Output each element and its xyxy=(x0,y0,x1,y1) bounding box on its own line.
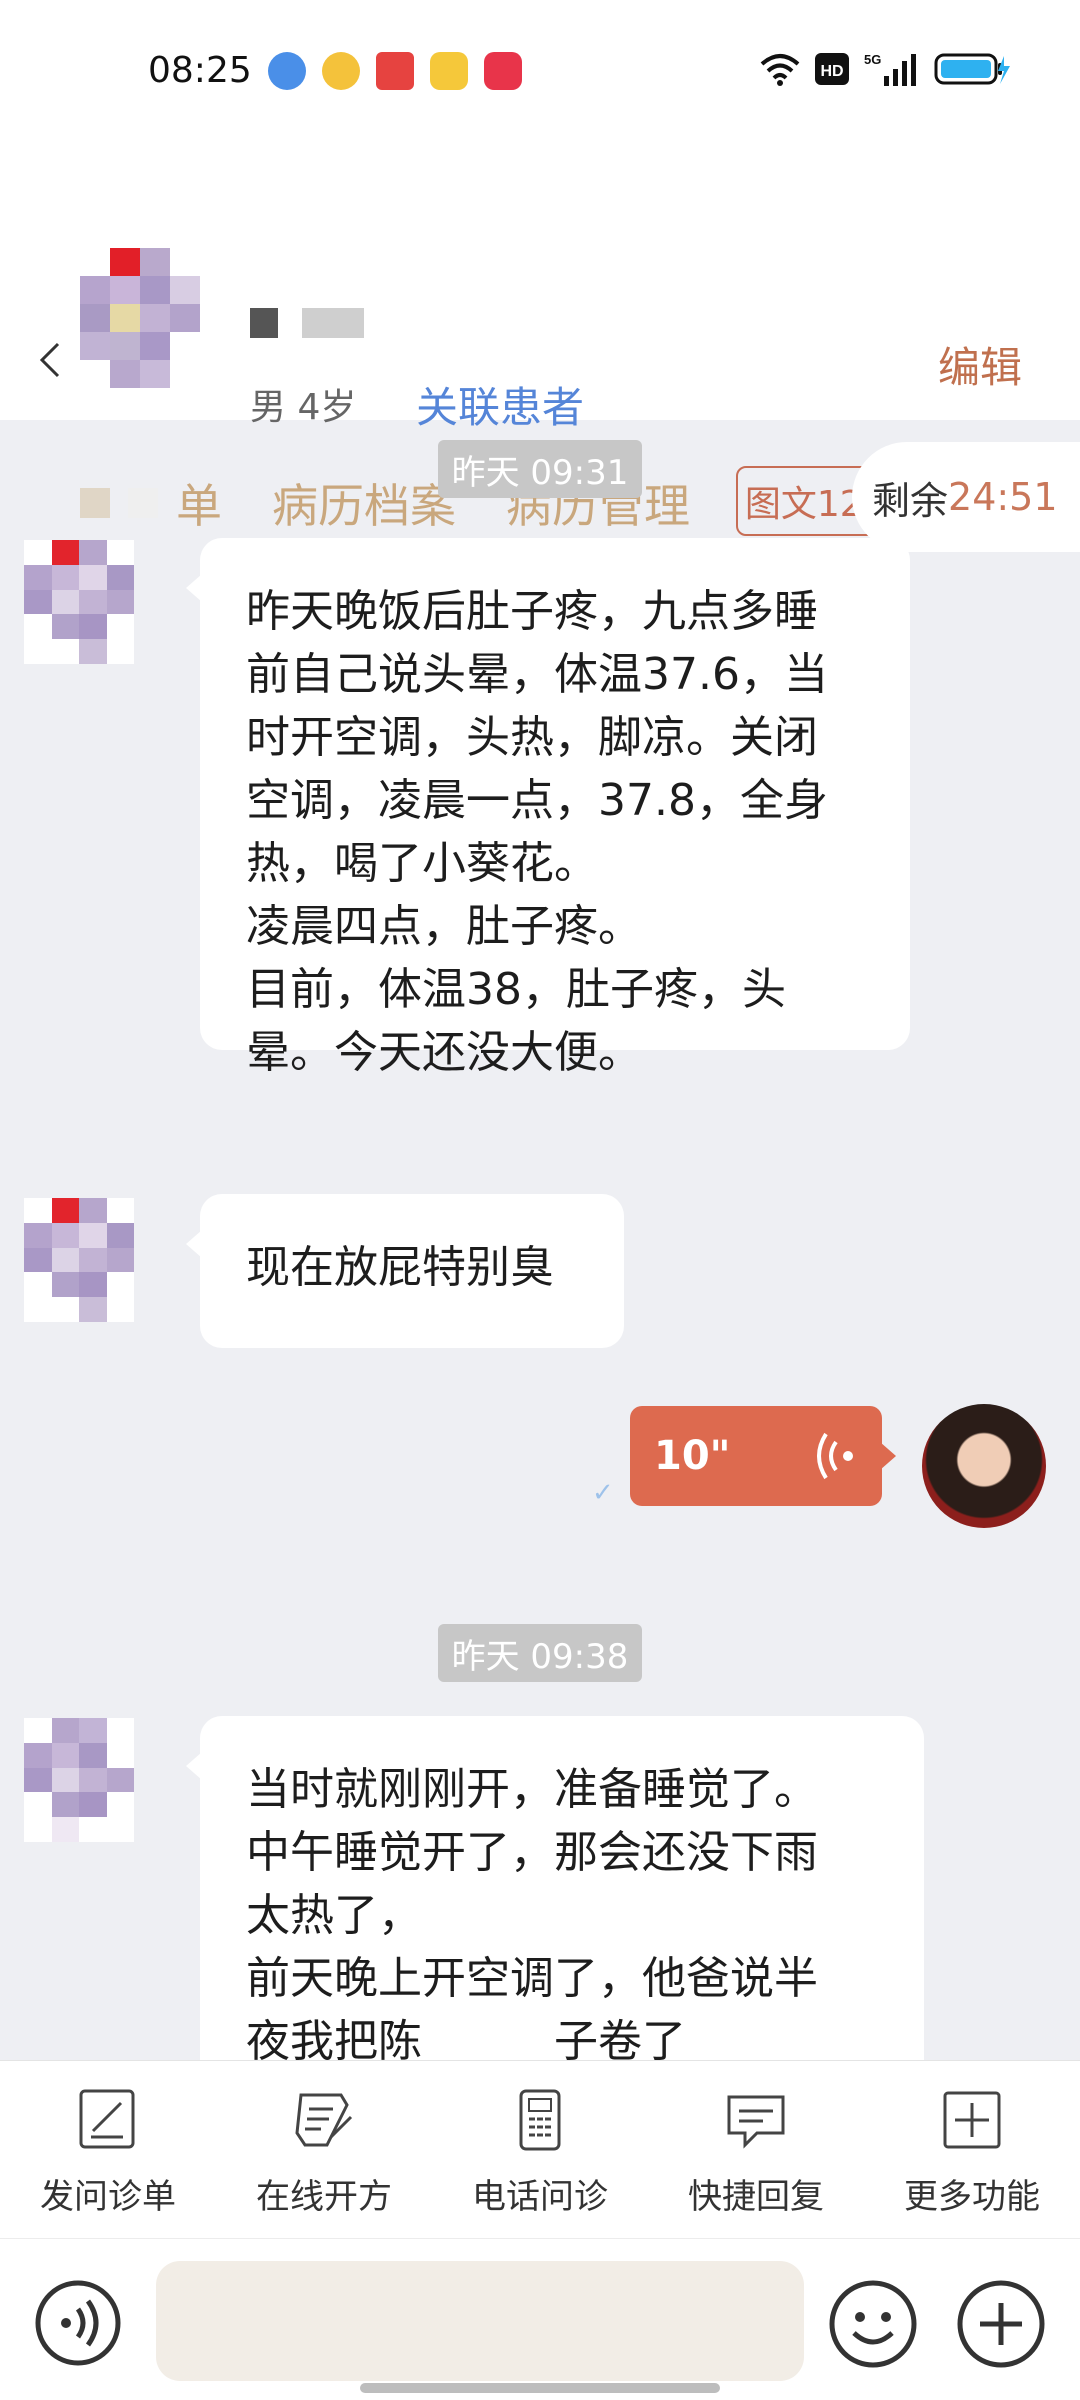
patient-avatar[interactable] xyxy=(80,248,200,388)
phone-consult-icon xyxy=(519,2089,561,2151)
svg-text:5G: 5G xyxy=(864,52,881,67)
read-receipt-icon: ✓ xyxy=(592,1478,614,1508)
remaining-time: 24:51 xyxy=(948,475,1058,519)
timestamp: 昨天 09:31 xyxy=(438,440,642,498)
more-functions-icon xyxy=(943,2091,1001,2149)
quick-reply-button[interactable]: 快捷回复 xyxy=(648,2061,864,2238)
phone-consult-button[interactable]: 电话问诊 xyxy=(432,2061,648,2238)
more-functions-button[interactable]: 更多功能 xyxy=(864,2061,1080,2238)
message-bubble[interactable]: 当时就刚刚开，准备睡觉了。 中午睡觉开了，那会还没下雨 太热了， 前天晚上开空调… xyxy=(186,1716,924,2060)
send-form-label: 发问诊单 xyxy=(40,2177,176,2217)
voice-input-icon[interactable] xyxy=(34,2279,122,2367)
toutiao-icon xyxy=(376,52,414,90)
send-form-button[interactable]: 发问诊单 xyxy=(0,2061,216,2238)
patient-message-avatar[interactable] xyxy=(24,1718,134,1842)
phone-consult-label: 电话问诊 xyxy=(472,2177,608,2217)
timestamp: 昨天 09:38 xyxy=(438,1624,642,1682)
svg-text:HD: HD xyxy=(820,63,843,80)
emoji-icon[interactable] xyxy=(828,2279,918,2369)
message-bubble[interactable]: 昨天晚饭后肚子疼，九点多睡 前自己说头晕，体温37.6，当 时开空调，头热，脚凉… xyxy=(186,538,910,1078)
prescription-icon xyxy=(295,2093,353,2147)
patient-message-avatar[interactable] xyxy=(24,540,134,664)
voice-message-bubble[interactable]: 10" xyxy=(630,1406,896,1506)
edit-button[interactable]: 编辑 xyxy=(938,334,1022,395)
battery-icon xyxy=(934,53,1010,85)
home-indicator[interactable] xyxy=(360,2383,720,2393)
baidu-netdisk-icon xyxy=(268,52,306,90)
voice-duration: 10" xyxy=(654,1433,731,1479)
action-toolbar: 发问诊单 在线开方 电话问诊 快捷回复 更多功能 xyxy=(0,2060,1080,2238)
status-time: 08:25 xyxy=(148,50,252,91)
more-functions-label: 更多功能 xyxy=(904,2177,1040,2217)
notification-icons xyxy=(268,52,522,90)
patient-message-avatar[interactable] xyxy=(24,1198,134,1322)
online-prescription-button[interactable]: 在线开方 xyxy=(216,2061,432,2238)
plus-icon[interactable] xyxy=(956,2279,1046,2369)
patient-name-redacted xyxy=(250,308,364,338)
patient-header: 男 4岁 关联患者 编辑 单 病历档案 病历管理 图文12次 购药5次 xyxy=(0,140,1080,536)
status-bar: 08:25 HD 5G xyxy=(0,0,1080,140)
notes-app-icon xyxy=(430,52,468,90)
form-edit-icon xyxy=(79,2089,135,2149)
wifi-icon xyxy=(760,54,800,86)
back-icon[interactable] xyxy=(36,340,62,380)
remaining-label: 剩余 xyxy=(872,478,949,523)
doctor-avatar[interactable] xyxy=(922,1404,1046,1528)
weibo-icon xyxy=(322,52,360,90)
signal-icon: 5G xyxy=(864,52,916,86)
remaining-time-badge: 剩余 24:51 xyxy=(852,442,1080,552)
message-bubble[interactable]: 现在放屁特别臭 xyxy=(186,1194,624,1348)
chat-area[interactable]: 剩余 24:51 昨天 09:31 昨天晚饭后肚子疼，九点多睡 前自己说头晕，体温… xyxy=(0,420,1080,2060)
quick-reply-label: 快捷回复 xyxy=(688,2177,824,2217)
message-input-bar xyxy=(0,2238,1080,2400)
online-prescription-label: 在线开方 xyxy=(256,2177,392,2217)
video-app-icon xyxy=(484,52,522,90)
quick-reply-icon xyxy=(727,2095,785,2149)
message-input[interactable] xyxy=(156,2261,804,2381)
system-indicators: HD 5G xyxy=(760,52,1010,86)
voice-wave-icon xyxy=(817,1432,853,1480)
hd-icon: HD xyxy=(815,53,849,85)
